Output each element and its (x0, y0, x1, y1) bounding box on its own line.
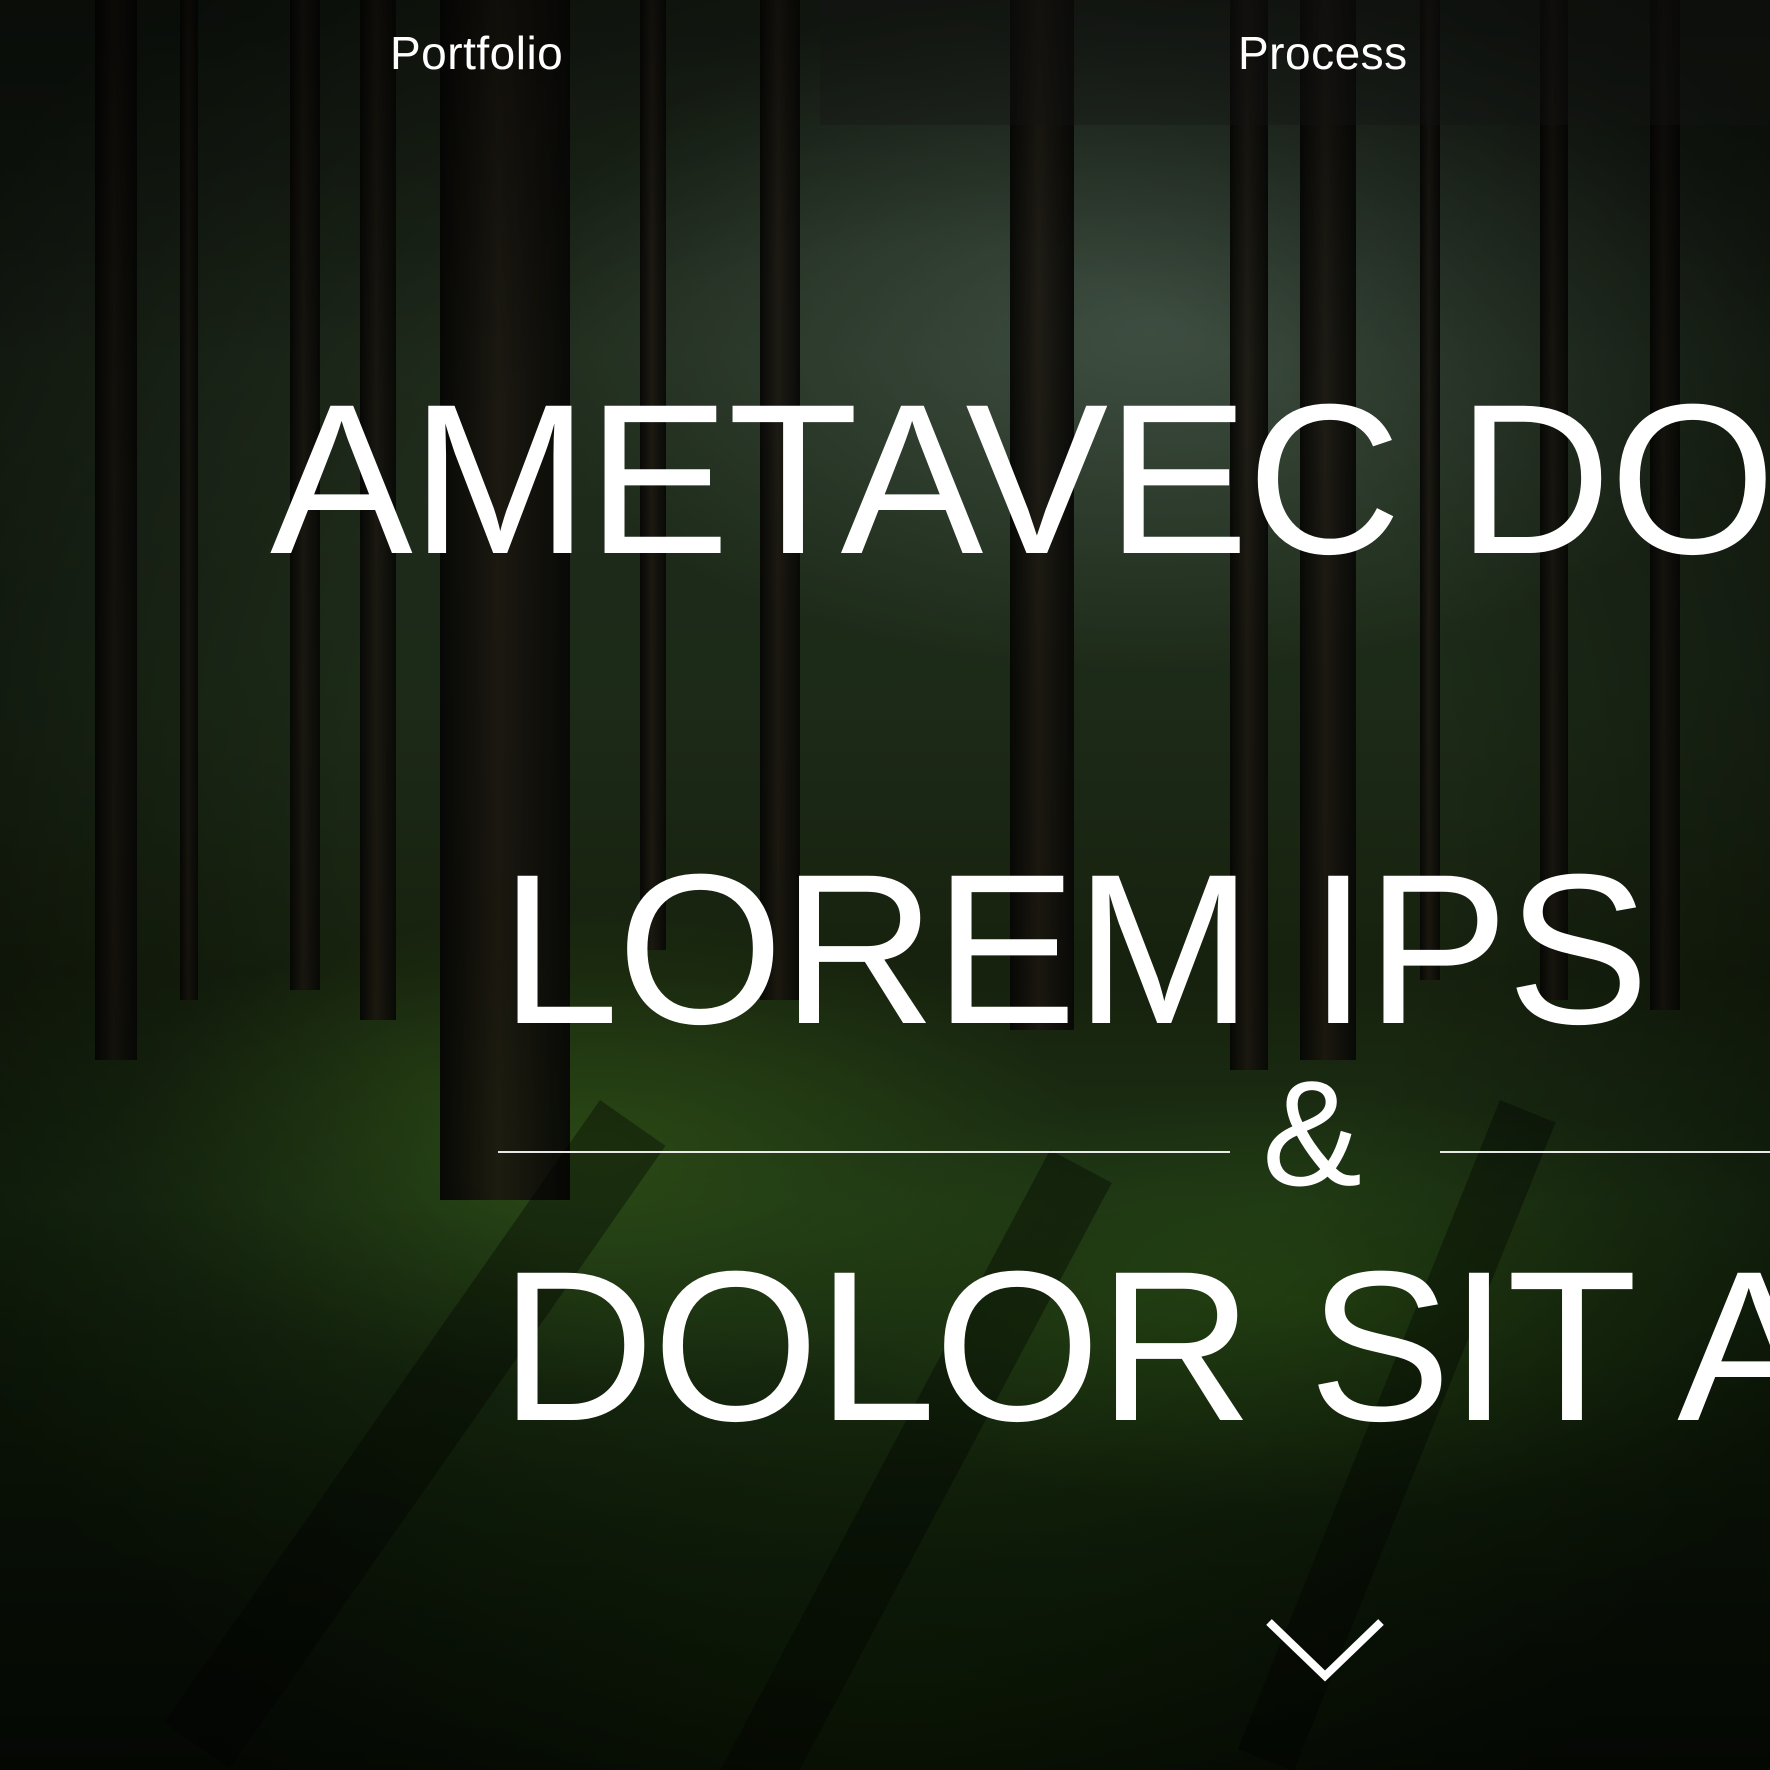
scroll-down-button[interactable] (1265, 1618, 1385, 1684)
chevron-down-icon (1266, 1619, 1384, 1682)
ampersand: & (1262, 1049, 1363, 1217)
nav-link-portfolio[interactable]: Portfolio (390, 26, 563, 80)
headline-line-1: AMETAVEC DO (270, 360, 1770, 599)
headline-line-3: DOLOR SIT AI (500, 1227, 1770, 1466)
nav-link-process[interactable]: Process (1238, 26, 1408, 80)
headline-line-2: LOREM IPS (500, 830, 1649, 1069)
divider-right (1440, 1151, 1770, 1153)
top-nav: Portfolio Process (0, 0, 1770, 125)
divider-left (498, 1151, 1230, 1153)
hero-section: Portfolio Process AMETAVEC DO LOREM IPS … (0, 0, 1770, 1770)
